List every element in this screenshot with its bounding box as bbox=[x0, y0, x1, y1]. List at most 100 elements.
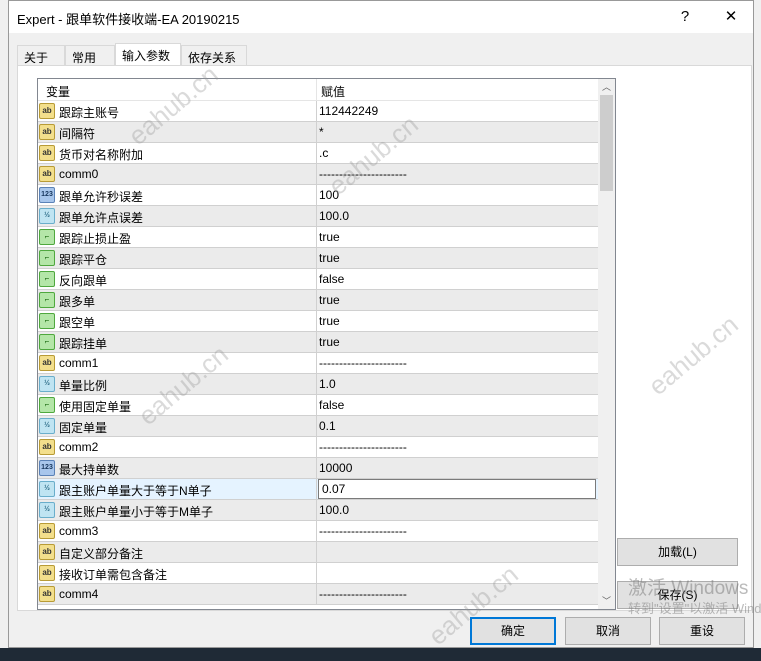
parameter-value[interactable]: 112442249 bbox=[319, 104, 597, 123]
parameter-value[interactable]: false bbox=[319, 272, 597, 291]
parameter-value[interactable]: ---------------------- bbox=[319, 167, 597, 186]
load-button[interactable]: 加载(L) bbox=[617, 538, 738, 566]
help-button[interactable]: ? bbox=[665, 5, 705, 29]
scrollbar-thumb[interactable] bbox=[600, 95, 613, 191]
inputs-panel: 变量 赋值 ab 跟踪主账号 112442249 ab 间隔符 * ab 货币对名称… bbox=[17, 65, 752, 611]
ok-button[interactable]: 确定 bbox=[470, 617, 556, 645]
parameter-row[interactable]: ⌐ 反向跟单 false bbox=[38, 269, 598, 290]
parameter-row[interactable]: ½ 跟主账户单量小于等于M单子 100.0 bbox=[38, 500, 598, 521]
string-type-icon: ab bbox=[39, 145, 55, 161]
string-type-icon: ab bbox=[39, 544, 55, 560]
parameter-value[interactable]: false bbox=[319, 398, 597, 417]
parameter-value[interactable] bbox=[319, 566, 597, 585]
string-type-icon: ab bbox=[39, 586, 55, 602]
column-divider bbox=[316, 395, 317, 416]
parameter-row[interactable]: ab 跟踪主账号 112442249 bbox=[38, 101, 598, 122]
parameter-row[interactable]: ab 间隔符 * bbox=[38, 122, 598, 143]
parameter-row[interactable]: ⌐ 跟空单 true bbox=[38, 311, 598, 332]
boolean-type-icon: ⌐ bbox=[39, 292, 55, 308]
column-divider bbox=[316, 521, 317, 542]
parameter-name: 间隔符 bbox=[59, 127, 96, 141]
boolean-type-icon: ⌐ bbox=[39, 229, 55, 245]
parameter-row[interactable]: ab comm3 ---------------------- bbox=[38, 521, 598, 542]
column-divider bbox=[316, 437, 317, 458]
column-divider bbox=[316, 563, 317, 584]
parameter-value[interactable]: true bbox=[319, 293, 597, 312]
tab-dependencies[interactable]: 依存关系 bbox=[181, 45, 247, 66]
parameter-row[interactable]: ⌐ 跟多单 true bbox=[38, 290, 598, 311]
column-value[interactable]: 赋值 bbox=[321, 83, 345, 100]
parameter-name: 跟踪挂单 bbox=[59, 337, 108, 351]
parameter-value[interactable]: .c bbox=[319, 146, 597, 165]
parameter-row[interactable]: ½ 跟单允许点误差 100.0 bbox=[38, 206, 598, 227]
parameter-row[interactable]: ½ 单量比例 1.0 bbox=[38, 374, 598, 395]
column-divider bbox=[316, 374, 317, 395]
parameter-row[interactable]: ab comm2 ---------------------- bbox=[38, 437, 598, 458]
tab-common[interactable]: 常用 bbox=[65, 45, 115, 66]
tab-about[interactable]: 关于 bbox=[17, 45, 65, 66]
parameter-value[interactable]: ---------------------- bbox=[319, 356, 597, 375]
boolean-type-icon: ⌐ bbox=[39, 313, 55, 329]
parameter-name: comm0 bbox=[59, 167, 99, 181]
parameter-value[interactable]: 10000 bbox=[319, 461, 597, 480]
cancel-button[interactable]: 取消 bbox=[565, 617, 651, 645]
parameter-row[interactable]: ab comm4 ---------------------- bbox=[38, 584, 598, 605]
boolean-type-icon: ⌐ bbox=[39, 334, 55, 350]
parameter-row[interactable]: ab comm1 ---------------------- bbox=[38, 353, 598, 374]
parameter-row[interactable]: 123 跟单允许秒误差 100 bbox=[38, 185, 598, 206]
parameter-row[interactable]: ⌐ 跟踪止损止盈 true bbox=[38, 227, 598, 248]
column-divider bbox=[316, 500, 317, 521]
column-divider bbox=[316, 353, 317, 374]
parameter-row[interactable]: 123 最大持单数 10000 bbox=[38, 458, 598, 479]
parameter-value[interactable]: 100.0 bbox=[319, 503, 597, 522]
parameter-value[interactable]: ---------------------- bbox=[319, 587, 597, 606]
window-title: Expert - 跟单软件接收端-EA 20190215 bbox=[17, 12, 240, 27]
parameter-row[interactable]: ab comm0 ---------------------- bbox=[38, 164, 598, 185]
parameter-value[interactable]: 100.0 bbox=[319, 209, 597, 228]
parameter-name: 单量比例 bbox=[59, 379, 108, 393]
parameter-name: 跟空单 bbox=[59, 316, 96, 330]
parameter-name: 跟单允许秒误差 bbox=[59, 190, 144, 204]
parameter-value[interactable]: 100 bbox=[319, 188, 597, 207]
parameter-value[interactable]: ---------------------- bbox=[319, 440, 597, 459]
parameter-value[interactable]: 0.1 bbox=[319, 419, 597, 438]
close-button[interactable]: ✕ bbox=[711, 5, 751, 29]
parameter-row[interactable]: ½ 跟主账户单量大于等于N单子 0.07 bbox=[38, 479, 598, 500]
parameter-value[interactable]: true bbox=[319, 314, 597, 333]
string-type-icon: ab bbox=[39, 166, 55, 182]
parameter-value-input[interactable]: 0.07 bbox=[318, 479, 596, 499]
parameter-name: 跟单允许点误差 bbox=[59, 211, 144, 225]
reset-button[interactable]: 重设 bbox=[659, 617, 745, 645]
parameter-row[interactable]: ab 货币对名称附加 .c bbox=[38, 143, 598, 164]
column-divider bbox=[316, 584, 317, 605]
column-variable[interactable]: 变量 bbox=[46, 83, 70, 100]
parameter-value[interactable]: * bbox=[319, 125, 597, 144]
parameter-row[interactable]: ⌐ 使用固定单量 false bbox=[38, 395, 598, 416]
parameter-value[interactable]: true bbox=[319, 335, 597, 354]
parameter-name: 货币对名称附加 bbox=[59, 148, 144, 162]
parameter-name: 固定单量 bbox=[59, 421, 108, 435]
parameter-row[interactable]: ½ 固定单量 0.1 bbox=[38, 416, 598, 437]
integer-type-icon: 123 bbox=[39, 460, 55, 476]
parameter-value[interactable]: true bbox=[319, 230, 597, 249]
tab-inputs[interactable]: 输入参数 bbox=[115, 43, 181, 67]
parameter-row[interactable]: ⌐ 跟踪平仓 true bbox=[38, 248, 598, 269]
scroll-down-icon[interactable]: ﹀ bbox=[598, 593, 615, 609]
parameter-name: 跟主账户单量大于等于N单子 bbox=[59, 484, 212, 498]
column-divider[interactable] bbox=[316, 79, 317, 101]
parameter-row[interactable]: ⌐ 跟踪挂单 true bbox=[38, 332, 598, 353]
parameter-name: 跟踪平仓 bbox=[59, 253, 108, 267]
scroll-up-icon[interactable]: ︿ bbox=[598, 79, 615, 95]
parameter-value[interactable]: ---------------------- bbox=[319, 524, 597, 543]
column-divider bbox=[316, 227, 317, 248]
parameter-value[interactable] bbox=[319, 545, 597, 564]
string-type-icon: ab bbox=[39, 124, 55, 140]
vertical-scrollbar[interactable]: ︿ ﹀ bbox=[598, 79, 615, 609]
parameter-value[interactable]: true bbox=[319, 251, 597, 270]
double-type-icon: ½ bbox=[39, 502, 55, 518]
parameter-name: 跟多单 bbox=[59, 295, 96, 309]
expert-dialog: Expert - 跟单软件接收端-EA 20190215 ? ✕ 关于 常用 输… bbox=[8, 0, 754, 648]
parameter-value[interactable]: 1.0 bbox=[319, 377, 597, 396]
parameter-row[interactable]: ab 自定义部分备注 bbox=[38, 542, 598, 563]
parameter-row[interactable]: ab 接收订单需包含备注 bbox=[38, 563, 598, 584]
